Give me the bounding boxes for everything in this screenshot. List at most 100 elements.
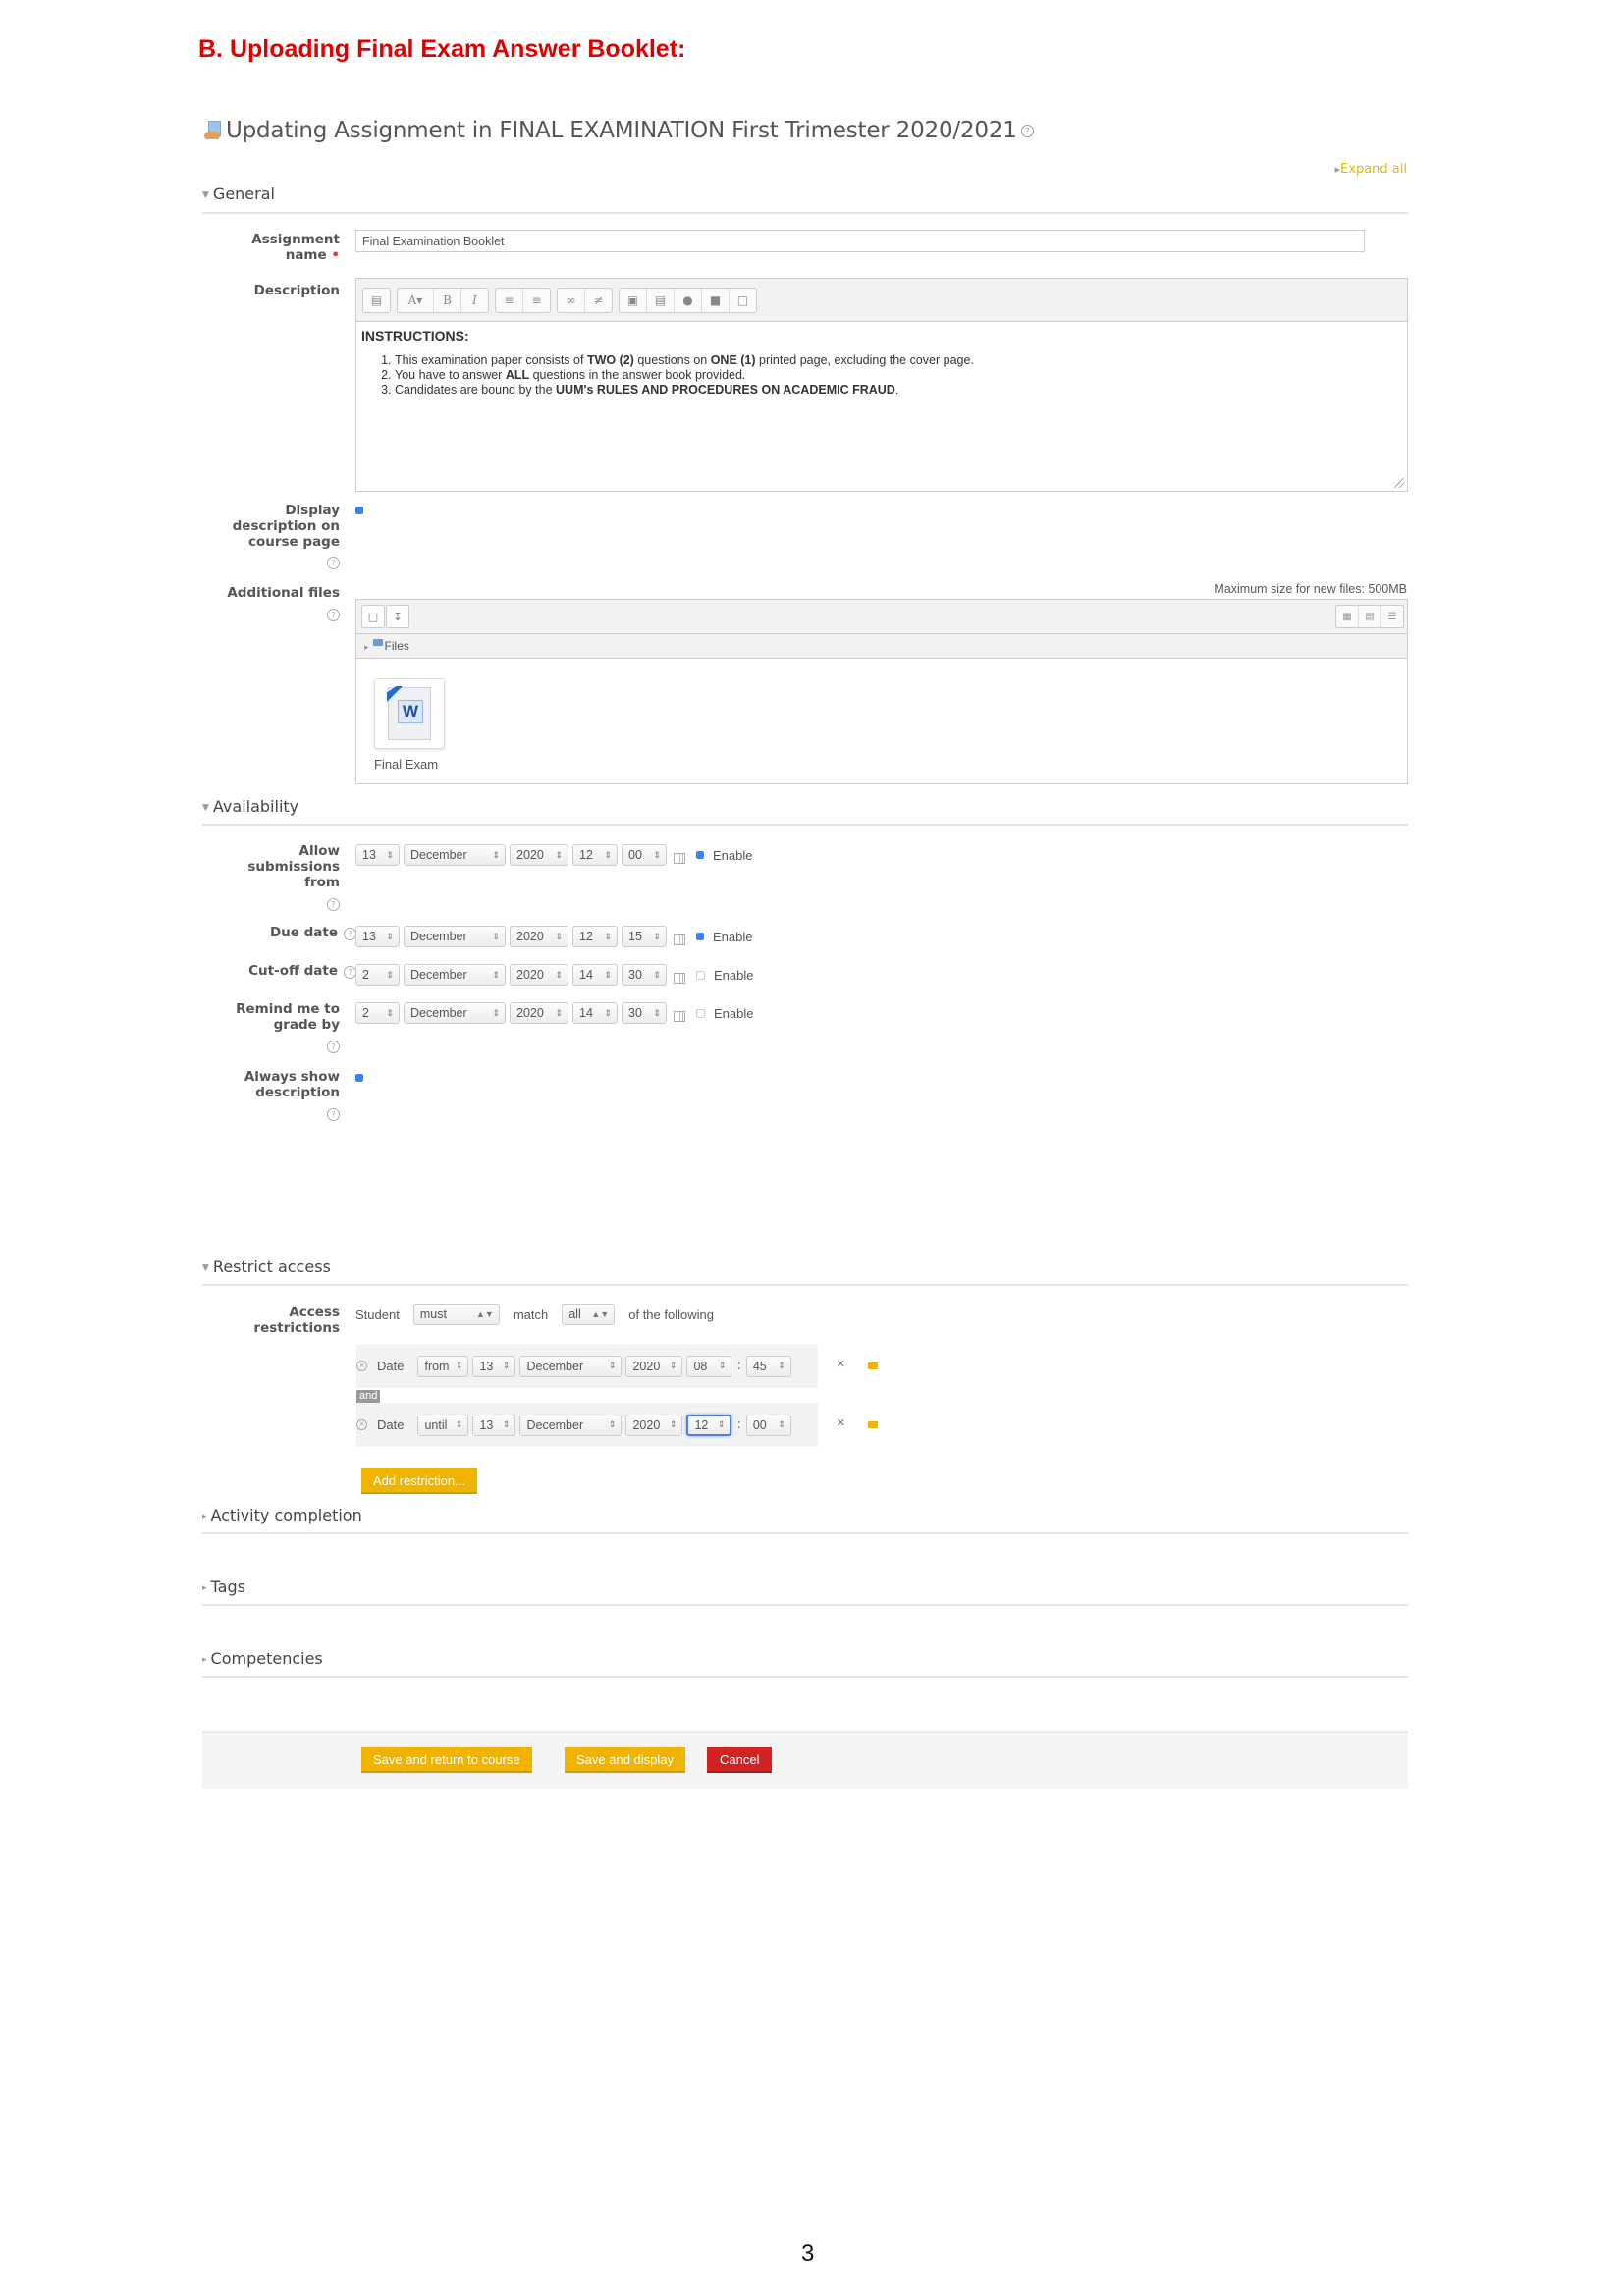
select-arrows-icon: ⇕ [386,969,394,980]
section-header-collapsed[interactable]: ▸ Tags [202,1577,245,1596]
expand-all-link[interactable]: Expand all [1335,162,1407,177]
day-select[interactable]: 13 ⇕ [472,1414,516,1436]
hour-select[interactable]: 12 ⇕ [572,844,618,866]
image-icon[interactable]: ▣ [620,288,647,312]
hour-select[interactable]: 14 ⇕ [572,1002,618,1024]
condition-marker-icon[interactable] [868,1362,878,1369]
minute-select[interactable]: 15 ⇕ [622,926,667,947]
must-select[interactable]: must ▲▼ [412,1304,500,1325]
section-header-availability[interactable]: ▼ Availability [202,797,298,816]
year-select[interactable]: 2020 ⇕ [510,964,568,986]
help-icon[interactable]: ? [1020,124,1034,137]
all-select[interactable]: all ▲▼ [562,1304,616,1325]
calendar-icon[interactable] [674,972,685,984]
minute-select[interactable]: 30 ⇕ [622,964,667,986]
media-icon[interactable]: ▤ [647,288,675,312]
day-select[interactable]: 13 ⇕ [355,926,400,947]
word-document-icon: W [387,686,431,740]
help-icon[interactable]: ? [327,1108,340,1121]
minute-select[interactable]: 30 ⇕ [622,1002,667,1024]
year-select[interactable]: 2020 ⇕ [510,926,568,947]
hour-select[interactable]: 08 ⇕ [686,1355,732,1377]
file-path-breadcrumb[interactable]: ▸ Files [356,634,1407,659]
day-select[interactable]: 2 ⇕ [355,964,400,986]
select-value: December [410,848,467,862]
section-header-collapsed[interactable]: ▸ Activity completion [202,1506,362,1524]
resize-handle-icon[interactable] [1394,478,1404,488]
description-editor[interactable]: ▤ A▾ B I ≡ ≡ ∞ ≠ ▣ ▤ ● ■ □ INSTRUCTIONS:… [355,278,1408,492]
hour-select[interactable]: 12 ⇕ [686,1414,732,1436]
italic-icon[interactable]: I [461,289,488,312]
minute-select[interactable]: 00 ⇕ [622,844,667,866]
list-view-icon[interactable]: ▤ [1359,606,1381,627]
calendar-icon[interactable] [674,1010,685,1022]
select-value: 2 [362,968,369,982]
restriction-match-line: Student must ▲▼ match all ▲▼ of the follow… [355,1304,714,1325]
month-select[interactable]: December ⇕ [404,1002,506,1024]
month-select[interactable]: December ⇕ [519,1355,623,1377]
cancel-button[interactable]: Cancel [707,1747,773,1773]
delete-condition-icon[interactable]: × [837,1415,845,1431]
help-icon[interactable]: ? [327,898,340,911]
date-field-label: Remind me to grade by? [202,1001,340,1053]
file-item[interactable]: W Final Exam [374,678,445,772]
ordered-list-icon[interactable]: ≡ [523,289,550,312]
condition-marker-icon[interactable] [868,1421,878,1428]
help-icon[interactable]: ? [327,609,340,621]
year-select[interactable]: 2020 ⇕ [510,1002,568,1024]
calendar-icon[interactable] [674,934,685,945]
editor-content[interactable]: INSTRUCTIONS: This examination paper con… [356,322,1407,403]
display-description-checkbox[interactable] [355,507,363,514]
month-select[interactable]: December ⇕ [404,844,506,866]
record-audio-icon[interactable]: ● [675,288,702,312]
direction-select[interactable]: from ⇕ [417,1355,469,1377]
always-show-description-checkbox[interactable] [355,1074,363,1082]
year-select[interactable]: 2020 ⇕ [510,844,568,866]
direction-select[interactable]: until ⇕ [417,1414,469,1436]
calendar-icon[interactable] [674,852,685,864]
enable-checkbox[interactable] [696,851,704,859]
unlink-icon[interactable]: ≠ [585,289,612,312]
year-select[interactable]: 2020 ⇕ [625,1355,683,1377]
enable-checkbox[interactable] [696,1008,705,1018]
icon-view-icon[interactable]: ▦ [1336,606,1359,627]
day-select[interactable]: 13 ⇕ [472,1355,516,1377]
save-and-display-button[interactable]: Save and display [565,1747,686,1773]
section-header-restrict-access[interactable]: ▼ Restrict access [202,1257,331,1276]
text: Candidates are bound by the [395,383,557,397]
file-thumbnail[interactable]: W [374,678,445,749]
font-style-icon[interactable]: A▾ [398,288,434,312]
enable-checkbox[interactable] [696,933,704,940]
enable-checkbox[interactable] [696,970,705,980]
minute-select[interactable]: 45 ⇕ [745,1355,791,1377]
eye-icon[interactable]: × [356,1361,367,1371]
month-select[interactable]: December ⇕ [519,1414,623,1436]
tree-view-icon[interactable]: ☰ [1381,606,1403,627]
bold-icon[interactable]: B [434,288,461,312]
day-select[interactable]: 2 ⇕ [355,1002,400,1024]
help-icon[interactable]: ? [327,557,340,569]
day-select[interactable]: 13 ⇕ [355,844,400,866]
month-select[interactable]: December ⇕ [404,926,506,947]
save-and-return-button[interactable]: Save and return to course [361,1747,532,1773]
assignment-name-input[interactable]: Final Examination Booklet [355,230,1365,252]
add-file-icon[interactable]: □ [361,605,385,628]
eye-icon[interactable]: × [356,1419,367,1430]
hour-select[interactable]: 12 ⇕ [572,926,618,947]
download-icon[interactable]: ↧ [386,605,409,628]
manage-files-icon[interactable]: □ [730,289,756,312]
unordered-list-icon[interactable]: ≡ [496,288,523,312]
minute-select[interactable]: 00 ⇕ [745,1414,791,1436]
add-restriction-button[interactable]: Add restriction... [361,1468,477,1494]
section-header-general[interactable]: ▼ General [202,185,275,203]
year-select[interactable]: 2020 ⇕ [625,1414,683,1436]
show-more-icon[interactable]: ▤ [363,289,390,312]
help-icon[interactable]: ? [327,1041,340,1053]
hour-select[interactable]: 14 ⇕ [572,964,618,986]
section-header-collapsed[interactable]: ▸ Competencies [202,1649,323,1668]
delete-condition-icon[interactable]: × [837,1356,845,1372]
select-arrows-icon: ⇕ [492,1007,500,1018]
link-icon[interactable]: ∞ [558,288,585,312]
record-video-icon[interactable]: ■ [702,288,730,312]
month-select[interactable]: December ⇕ [404,964,506,986]
